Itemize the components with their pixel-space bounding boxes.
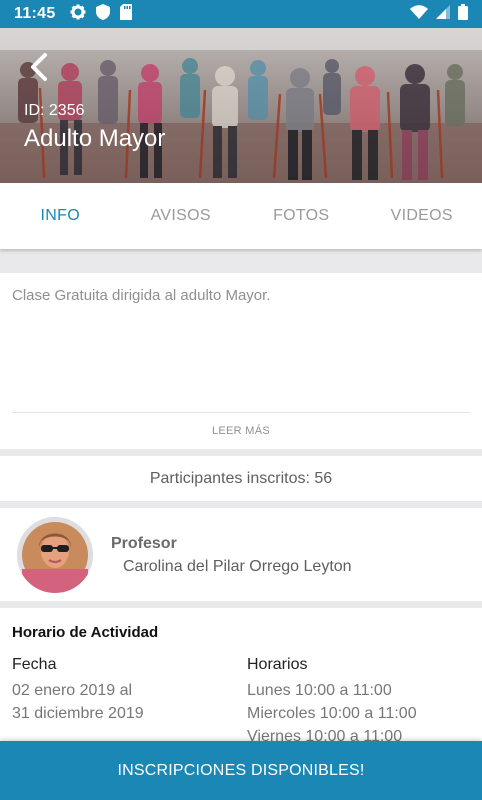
professor-card: Profesor Carolina del Pilar Orrego Leyto…	[0, 508, 482, 601]
date-end: 31 diciembre 2019	[12, 705, 144, 722]
hours-header: Horarios	[247, 656, 308, 673]
description-text: Clase Gratuita dirigida al adulto Mayor.	[12, 287, 271, 304]
date-start: 02 enero 2019 al	[12, 682, 133, 699]
header-hero: ID: 2356 Adulto Mayor	[0, 28, 482, 183]
schedule-title: Horario de Actividad	[12, 624, 159, 641]
avatar	[17, 517, 93, 593]
battery-icon	[458, 3, 468, 25]
gear-icon	[70, 4, 86, 25]
tab-videos[interactable]: VIDEOS	[362, 183, 482, 249]
shield-icon	[95, 3, 110, 25]
date-header: Fecha	[12, 656, 57, 673]
schedule-card: Horario de Actividad Fecha 02 enero 2019…	[0, 608, 482, 748]
tab-fotos[interactable]: FOTOS	[241, 183, 362, 249]
status-time: 11:45	[14, 5, 56, 22]
hours-item: Lunes 10:00 a 11:00	[247, 682, 392, 699]
status-bar: 11:45	[0, 0, 482, 28]
page-title: Adulto Mayor	[24, 125, 166, 152]
wifi-icon	[410, 4, 428, 24]
activity-id: ID: 2356	[24, 102, 85, 119]
description-card: Clase Gratuita dirigida al adulto Mayor.…	[0, 273, 482, 449]
chevron-left-icon	[31, 53, 47, 81]
participants-count: Participantes inscritos: 56	[149, 469, 333, 487]
date-column: Fecha 02 enero 2019 al 31 diciembre 2019	[12, 656, 144, 725]
hours-item: Miercoles 10:00 a 11:00	[247, 705, 417, 722]
professor-label: Profesor	[111, 535, 177, 552]
signal-icon	[436, 4, 450, 24]
enroll-button[interactable]: INSCRIPCIONES DISPONIBLES!	[0, 741, 482, 800]
divider	[12, 412, 470, 413]
tab-avisos[interactable]: AVISOS	[121, 183, 242, 249]
read-more-button[interactable]: LEER MÁS	[0, 425, 482, 437]
tab-info[interactable]: INFO	[0, 183, 121, 249]
participants-card: Participantes inscritos: 56	[0, 456, 482, 501]
hours-column: Horarios Lunes 10:00 a 11:00 Miercoles 1…	[247, 656, 417, 748]
professor-name: Carolina del Pilar Orrego Leyton	[123, 558, 352, 575]
tab-bar: INFO AVISOS FOTOS VIDEOS	[0, 183, 482, 249]
back-button[interactable]	[22, 50, 56, 84]
sd-card-icon	[119, 3, 132, 25]
screen: 11:45 ID: 2356 Adulto Mayor INFO AVISOS …	[0, 0, 482, 800]
